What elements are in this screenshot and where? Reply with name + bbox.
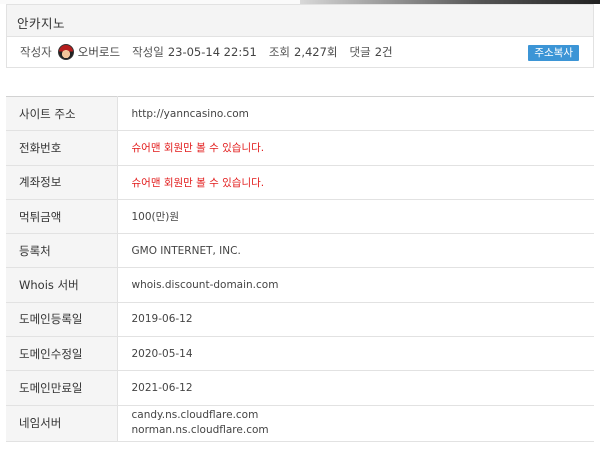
post-meta: 작성자 오버로드 작성일 23-05-14 22:51 조회 2,427회 댓글… [6,36,594,68]
views-label: 조회 [268,45,290,59]
author-name[interactable]: 오버로드 [78,44,120,60]
post-title: 안카지노 [17,16,66,31]
row-label-registered: 도메인등록일 [6,302,118,337]
nameserver-2: norman.ns.cloudflare.com [131,424,269,437]
table-row: 등록처 GMO INTERNET, INC. [6,233,594,268]
table-row: 전화번호 슈어맨 회원만 볼 수 있습니다. [6,130,594,166]
modified-date-value: 2020-05-14 [131,347,193,360]
whois-value: whois.discount-domain.com [131,279,279,292]
date-label: 작성일 [132,45,164,59]
user-avatar-icon [57,44,74,60]
row-label-expires: 도메인만료일 [6,370,118,406]
table-row: 사이트 주소 http://yanncasino.com [6,96,594,131]
post-header: 안카지노 [6,4,594,36]
nameserver-1: candy.ns.cloudflare.com [131,409,259,422]
comment-count[interactable]: 2건 [375,44,393,60]
site-address-value: http://yanncasino.com [131,107,249,120]
site-info-table: 사이트 주소 http://yanncasino.com 전화번호 슈어맨 회원… [6,96,594,442]
row-label-modified: 도메인수정일 [6,336,118,371]
row-label-amount: 먹튀금액 [6,199,118,234]
row-label-registrar: 등록처 [6,233,118,268]
author-label: 작성자 [20,45,52,59]
copy-address-button[interactable]: 주소복사 [528,45,579,61]
row-label-phone: 전화번호 [6,130,118,166]
table-row: 네임서버 candy.ns.cloudflare.com norman.ns.c… [6,405,594,442]
table-row: Whois 서버 whois.discount-domain.com [6,267,594,303]
registered-date-value: 2019-06-12 [131,313,193,326]
expiry-date-value: 2021-06-12 [131,382,193,395]
table-row: 도메인만료일 2021-06-12 [6,370,594,406]
amount-value: 100(만)원 [131,211,180,224]
row-label-account: 계좌정보 [6,165,118,200]
table-row: 도메인수정일 2020-05-14 [6,336,594,371]
phone-value: 슈어맨 회원만 볼 수 있습니다. [131,142,265,155]
row-label-nameserver: 네임서버 [6,405,118,442]
comments-label: 댓글 [349,45,371,59]
view-count: 2,427회 [294,45,338,59]
account-value: 슈어맨 회원만 볼 수 있습니다. [131,176,265,189]
table-row: 도메인등록일 2019-06-12 [6,302,594,337]
row-label-site-address: 사이트 주소 [6,96,118,131]
nameserver-values: candy.ns.cloudflare.com norman.ns.cloudf… [117,405,594,441]
registrar-value: GMO INTERNET, INC. [131,244,241,257]
table-row: 계좌정보 슈어맨 회원만 볼 수 있습니다. [6,165,594,200]
table-row: 먹튀금액 100(만)원 [6,199,594,234]
post-date: 23-05-14 22:51 [167,45,257,59]
row-label-whois: Whois 서버 [6,267,118,303]
